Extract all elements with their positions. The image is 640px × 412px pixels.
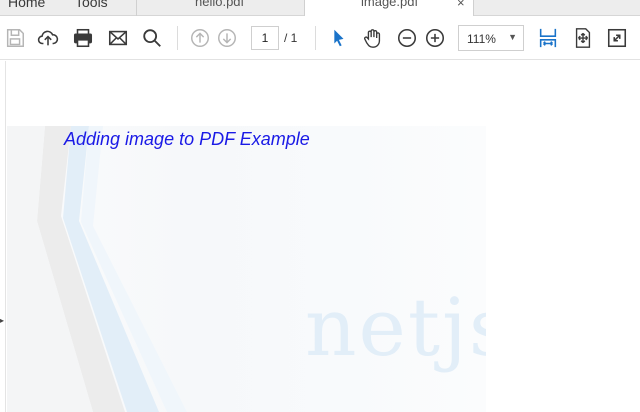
sidebar-rail[interactable] xyxy=(0,61,6,412)
print-icon[interactable] xyxy=(69,24,97,52)
zoom-in-icon[interactable] xyxy=(421,24,449,52)
toolbar-divider xyxy=(315,26,316,50)
zoom-value: 111% xyxy=(467,32,496,46)
tab-document-image-label: image.pdf xyxy=(361,0,419,9)
hand-tool-icon[interactable] xyxy=(359,24,387,52)
email-icon[interactable] xyxy=(104,24,132,52)
tab-document-hello-label: hello.pdf xyxy=(195,0,245,9)
tab-tools[interactable]: Tools xyxy=(75,0,108,10)
upload-icon[interactable] xyxy=(34,24,62,52)
search-icon[interactable] xyxy=(138,24,166,52)
fit-page-icon[interactable] xyxy=(569,24,597,52)
tab-document-image[interactable]: image.pdf × xyxy=(304,0,474,17)
embedded-image: netjs xyxy=(7,126,486,412)
fullscreen-icon[interactable] xyxy=(603,24,631,52)
tab-home[interactable]: Home xyxy=(8,0,45,10)
document-heading: Adding image to PDF Example xyxy=(64,129,310,149)
close-icon[interactable]: × xyxy=(457,0,465,10)
zoom-out-icon[interactable] xyxy=(393,24,421,52)
tab-document-hello[interactable]: hello.pdf xyxy=(136,0,304,16)
fit-width-icon[interactable] xyxy=(534,24,562,52)
toolbar: 1 / 1 111% ▼ xyxy=(0,16,640,60)
prev-page-icon[interactable] xyxy=(186,24,214,52)
zoom-select[interactable]: 111% ▼ xyxy=(458,25,524,51)
chevron-down-icon: ▼ xyxy=(508,32,517,42)
sidebar-toggle-icon[interactable]: ▸ xyxy=(0,316,4,325)
watermark-text: netjs xyxy=(305,281,486,374)
page-total-label: / 1 xyxy=(284,31,298,45)
next-page-icon[interactable] xyxy=(213,24,241,52)
select-tool-icon[interactable] xyxy=(324,24,352,52)
tab-bar: Home Tools hello.pdf image.pdf × xyxy=(0,0,640,17)
save-icon[interactable] xyxy=(1,24,29,52)
toolbar-divider xyxy=(177,26,178,50)
page-number-input[interactable]: 1 xyxy=(251,26,279,50)
